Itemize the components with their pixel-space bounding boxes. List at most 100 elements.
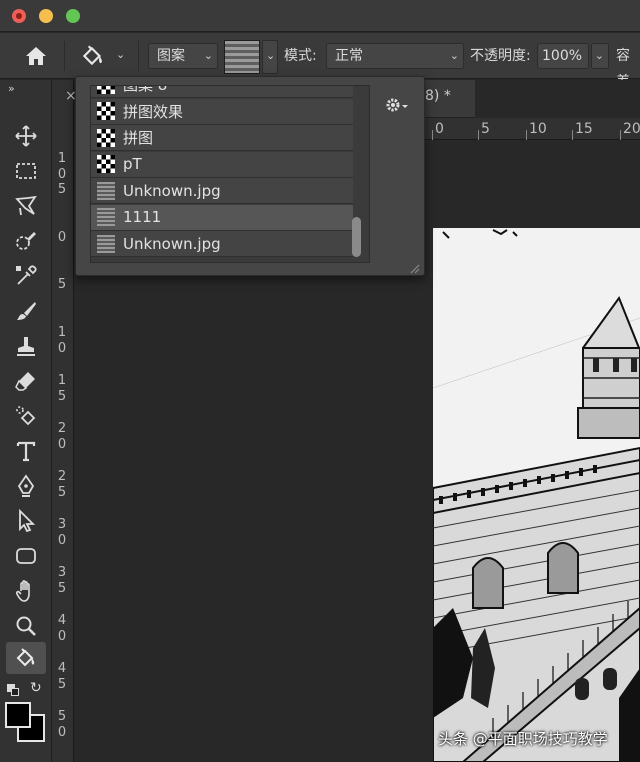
eyedropper-icon xyxy=(16,265,37,285)
ruler-tick-label: 5 xyxy=(57,182,67,197)
vertical-ruler: 10505101520253035404550 xyxy=(52,80,74,762)
ruler-tick-label: 5 xyxy=(57,709,67,724)
pattern-list-item[interactable]: 1111 xyxy=(91,204,353,231)
ruler-tick xyxy=(572,130,573,140)
pattern-list-item[interactable]: pT xyxy=(91,151,353,178)
brush-icon xyxy=(17,302,36,320)
ruler-tick-label: 0 xyxy=(57,725,67,740)
tool-preset-picker[interactable]: ⌄ xyxy=(80,43,130,69)
title-bar xyxy=(0,0,640,32)
options-bar: ⌄ 图案 ⌄ ⌄ 模式: 正常 ⌄ 不透明度: 100% ⌄ 容差 xyxy=(0,33,640,90)
ruler-tick-label: 5 xyxy=(57,389,67,404)
ruler-tick-label: 1 xyxy=(57,373,67,388)
home-button[interactable] xyxy=(22,44,50,68)
watermark-text: 头条 @平面职场技巧教学 xyxy=(438,730,608,748)
ruler-tick-label: 0 xyxy=(57,629,67,644)
select-arrow-icon xyxy=(19,509,36,533)
ruler-tick-label: 5 xyxy=(57,581,67,596)
stamp-tool[interactable] xyxy=(6,330,46,362)
castle-illustration xyxy=(433,228,640,762)
pattern-picker-button[interactable]: ⌄ xyxy=(224,40,278,74)
ruler-tick-label: 0 xyxy=(57,341,67,356)
pattern-list[interactable]: 图案 8 拼图效果拼图 pT Unknown.jpg 1111 Unknown.jpg xyxy=(90,85,370,263)
window-minimize-button[interactable] xyxy=(39,9,53,23)
fill-source-value: 图案 xyxy=(157,48,185,64)
pattern-list-item[interactable]: 拼图 xyxy=(91,125,353,151)
quick-select-icon xyxy=(16,232,36,250)
pattern-name: 图案 8 xyxy=(123,85,168,94)
checker-icon xyxy=(97,102,115,120)
chevron-down-icon: ⌄ xyxy=(594,49,604,62)
paint-bucket-tool[interactable] xyxy=(6,642,46,674)
zoom-icon xyxy=(16,616,36,636)
pattern-name: 拼图效果 xyxy=(123,102,184,121)
zoom-tool[interactable] xyxy=(6,610,46,642)
pattern-name: Unknown.jpg xyxy=(123,181,221,200)
pen-tool[interactable] xyxy=(6,470,46,502)
lasso-tool-icon xyxy=(15,195,37,216)
pen-icon xyxy=(17,474,35,497)
ruler-tick-label: 4 xyxy=(57,661,67,676)
blend-mode-dropdown[interactable]: 正常 ⌄ xyxy=(326,43,464,69)
quick-select-tool[interactable] xyxy=(6,225,46,257)
ruler-tick-label: 1 xyxy=(57,325,67,340)
ruler-tick-label: 5 xyxy=(57,485,67,500)
panel-collapse-icon[interactable]: » xyxy=(8,82,15,95)
pattern-list-item[interactable]: Unknown.jpg xyxy=(91,178,353,204)
chevron-down-icon: ⌄ xyxy=(266,49,276,62)
scrollbar-thumb[interactable] xyxy=(352,217,361,257)
foreground-color-swatch[interactable] xyxy=(5,702,31,728)
pattern-list-item[interactable]: 图案 8 xyxy=(91,85,353,98)
lasso-tool[interactable] xyxy=(6,190,46,222)
type-icon xyxy=(16,441,36,462)
pattern-name: 1111 xyxy=(123,208,162,226)
marquee-tool[interactable] xyxy=(6,155,46,187)
rectangle-tool[interactable] xyxy=(6,540,46,572)
pattern-swatch xyxy=(224,40,260,74)
tolerance-label: 容差 xyxy=(616,48,630,90)
move-tool-icon xyxy=(15,125,37,147)
home-icon xyxy=(26,47,46,65)
window-maximize-button[interactable] xyxy=(66,9,80,23)
resize-grip-icon[interactable] xyxy=(408,259,420,274)
pattern-name: pT xyxy=(123,155,142,173)
swap-colors-icon[interactable]: ↻ xyxy=(30,680,42,696)
ruler-tick xyxy=(478,130,479,140)
ruler-tick-label: 15 xyxy=(575,121,593,137)
separator xyxy=(138,41,139,71)
fill-source-dropdown[interactable]: 图案 ⌄ xyxy=(148,43,218,69)
rectangle-icon xyxy=(16,548,36,564)
pattern-settings-button[interactable] xyxy=(384,95,410,115)
type-tool[interactable] xyxy=(6,435,46,467)
eraser-tool[interactable] xyxy=(6,365,46,397)
pattern-list-item[interactable]: Unknown.jpg xyxy=(91,231,353,257)
document-tab-title: 8) * xyxy=(425,88,451,104)
brush-tool[interactable] xyxy=(6,295,46,327)
stamp-icon xyxy=(17,337,35,356)
ruler-tick-label: 20 xyxy=(623,121,640,137)
path-select-tool[interactable] xyxy=(6,505,46,537)
opacity-value: 100% xyxy=(542,48,583,64)
window-close-button[interactable] xyxy=(12,9,26,23)
fill-tool[interactable] xyxy=(6,400,46,432)
chevron-down-icon: ⌄ xyxy=(203,49,213,62)
opacity-slider-button[interactable]: ⌄ xyxy=(591,43,609,69)
horizontal-ruler: 0 5 10 15 20 xyxy=(425,118,640,140)
eyedropper-tool[interactable] xyxy=(6,260,46,292)
ruler-tick-label: 0 xyxy=(57,167,67,182)
ruler-tick-label: 3 xyxy=(57,517,67,532)
move-tool[interactable] xyxy=(6,120,46,152)
ruler-tick-label: 0 xyxy=(57,230,67,245)
hand-tool[interactable] xyxy=(6,575,46,607)
ruler-tick xyxy=(432,130,433,140)
paint-bucket-icon xyxy=(82,45,102,66)
mode-label: 模式: xyxy=(284,48,317,64)
default-colors-icon[interactable] xyxy=(7,684,21,696)
opacity-input[interactable]: 100% xyxy=(537,43,589,69)
chevron-down-icon: ⌄ xyxy=(449,49,459,62)
ruler-tick-label: 0 xyxy=(57,533,67,548)
pattern-name: Unknown.jpg xyxy=(123,234,221,253)
stripes-icon xyxy=(97,208,115,226)
pattern-list-item[interactable]: 拼图效果 xyxy=(91,98,353,125)
checker-icon xyxy=(97,155,115,173)
